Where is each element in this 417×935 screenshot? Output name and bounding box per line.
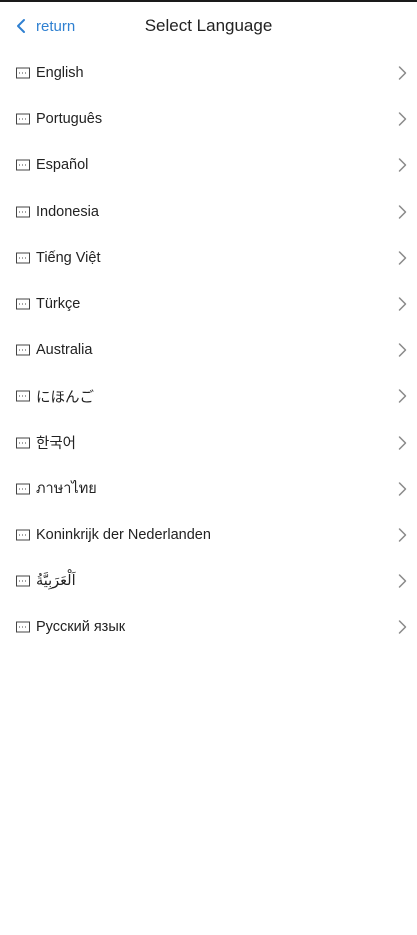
keyboard-icon: [16, 344, 30, 356]
keyboard-icon: [16, 298, 30, 310]
keyboard-icon: [16, 483, 30, 495]
keyboard-icon: [16, 390, 30, 402]
keyboard-icon: [16, 252, 30, 264]
language-label: Koninkrijk der Nederlanden: [36, 526, 211, 543]
chevron-right-icon: [398, 343, 407, 357]
language-label: Australia: [36, 342, 93, 359]
page-title: Select Language: [144, 16, 273, 35]
keyboard-icon: [16, 575, 30, 587]
chevron-right-icon: [398, 158, 407, 173]
chevron-right-icon: [398, 620, 407, 635]
language-label: にほんご: [36, 389, 94, 406]
chevron-right-icon: [398, 112, 407, 127]
header: return Select Language: [0, 2, 417, 48]
language-label: Tiếng Việt: [36, 249, 101, 266]
keyboard-icon: [16, 437, 30, 449]
language-item-english[interactable]: English: [0, 50, 417, 96]
keyboard-icon: [16, 206, 30, 218]
language-item-indonesian[interactable]: Indonesia: [0, 189, 417, 235]
keyboard-icon: [16, 621, 30, 633]
chevron-right-icon: [398, 297, 407, 311]
chevron-right-icon: [398, 574, 407, 588]
chevron-right-icon: [398, 251, 407, 265]
language-list: English Português Español Indonesia Tiến…: [0, 50, 417, 650]
language-item-spanish[interactable]: Español: [0, 142, 417, 188]
language-item-korean[interactable]: 한국어: [0, 420, 417, 466]
language-label: Indonesia: [36, 203, 99, 220]
language-label: ภาษาไทย: [36, 481, 97, 498]
chevron-right-icon: [398, 389, 407, 404]
keyboard-icon: [16, 159, 30, 171]
chevron-right-icon: [398, 482, 407, 496]
language-label: 한국어: [36, 436, 77, 453]
language-label: Español: [36, 157, 89, 174]
language-item-dutch[interactable]: Koninkrijk der Nederlanden: [0, 512, 417, 558]
keyboard-icon: [16, 113, 30, 125]
keyboard-icon: [16, 529, 30, 541]
language-item-thai[interactable]: ภาษาไทย: [0, 466, 417, 512]
language-item-portuguese[interactable]: Português: [0, 96, 417, 142]
language-item-japanese[interactable]: にほんご: [0, 373, 417, 419]
language-label: Türkçe: [36, 296, 81, 313]
language-label: اَلْعَرَبِيَّةُ: [36, 573, 76, 590]
language-item-russian[interactable]: Русский язык: [0, 604, 417, 650]
keyboard-icon: [16, 67, 30, 79]
language-item-turkish[interactable]: Türkçe: [0, 281, 417, 327]
chevron-right-icon: [398, 66, 407, 80]
language-item-arabic[interactable]: اَلْعَرَبِيَّةُ: [0, 558, 417, 604]
language-label: Русский язык: [36, 619, 126, 636]
chevron-right-icon: [398, 204, 407, 219]
chevron-right-icon: [398, 435, 407, 450]
language-item-vietnamese[interactable]: Tiếng Việt: [0, 235, 417, 281]
language-label: English: [36, 65, 84, 82]
language-item-australia[interactable]: Australia: [0, 327, 417, 373]
chevron-right-icon: [398, 528, 407, 542]
language-label: Português: [36, 111, 103, 128]
